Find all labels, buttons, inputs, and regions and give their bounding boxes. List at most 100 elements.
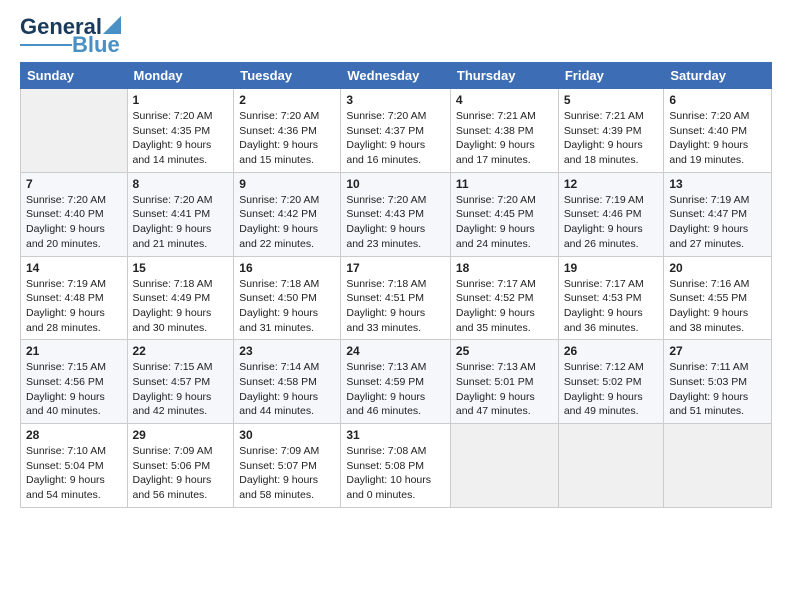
cell-content: Sunrise: 7:14 AMSunset: 4:58 PMDaylight:…: [239, 360, 335, 419]
cell-line: and 56 minutes.: [133, 488, 229, 503]
cell-content: Sunrise: 7:20 AMSunset: 4:36 PMDaylight:…: [239, 109, 335, 168]
cell-line: Sunrise: 7:15 AM: [26, 360, 122, 375]
calendar-cell: 27Sunrise: 7:11 AMSunset: 5:03 PMDayligh…: [664, 340, 772, 424]
cell-line: Sunrise: 7:12 AM: [564, 360, 659, 375]
week-row-2: 7Sunrise: 7:20 AMSunset: 4:40 PMDaylight…: [21, 172, 772, 256]
calendar-cell: 4Sunrise: 7:21 AMSunset: 4:38 PMDaylight…: [450, 89, 558, 173]
calendar-cell: 22Sunrise: 7:15 AMSunset: 4:57 PMDayligh…: [127, 340, 234, 424]
cell-line: and 24 minutes.: [456, 237, 553, 252]
cell-line: Sunrise: 7:20 AM: [133, 109, 229, 124]
cell-line: and 19 minutes.: [669, 153, 766, 168]
calendar-table: Sunday Monday Tuesday Wednesday Thursday…: [20, 62, 772, 508]
cell-line: and 27 minutes.: [669, 237, 766, 252]
day-number: 18: [456, 261, 553, 275]
cell-line: and 16 minutes.: [346, 153, 445, 168]
cell-line: Sunset: 4:58 PM: [239, 375, 335, 390]
calendar-cell: 2Sunrise: 7:20 AMSunset: 4:36 PMDaylight…: [234, 89, 341, 173]
calendar-cell: [450, 424, 558, 508]
calendar-cell: 30Sunrise: 7:09 AMSunset: 5:07 PMDayligh…: [234, 424, 341, 508]
cell-content: Sunrise: 7:13 AMSunset: 4:59 PMDaylight:…: [346, 360, 445, 419]
calendar-cell: 24 Sunrise: 7:13 AMSunset: 4:59 PMDayligh…: [341, 340, 451, 424]
cell-line: and 14 minutes.: [133, 153, 229, 168]
cell-line: Daylight: 9 hours: [26, 473, 122, 488]
cell-line: and 0 minutes.: [346, 488, 445, 503]
cell-line: Sunrise: 7:16 AM: [669, 277, 766, 292]
cell-line: Daylight: 9 hours: [669, 390, 766, 405]
calendar-cell: 10Sunrise: 7:20 AMSunset: 4:43 PMDayligh…: [341, 172, 451, 256]
col-monday: Monday: [127, 63, 234, 89]
cell-line: Daylight: 9 hours: [346, 222, 445, 237]
week-row-3: 14Sunrise: 7:19 AMSunset: 4:48 PMDayligh…: [21, 256, 772, 340]
day-number: 13: [669, 177, 766, 191]
cell-line: and 21 minutes.: [133, 237, 229, 252]
cell-line: Daylight: 10 hours: [346, 473, 445, 488]
calendar-cell: 5 Sunrise: 7:21 AMSunset: 4:39 PMDaylight…: [558, 89, 664, 173]
cell-line: Daylight: 9 hours: [26, 306, 122, 321]
cell-content: Sunrise: 7:19 AMSunset: 4:47 PMDaylight:…: [669, 193, 766, 252]
cell-line: and 26 minutes.: [564, 237, 659, 252]
cell-line: Sunset: 4:52 PM: [456, 291, 553, 306]
cell-line: Sunrise: 7:10 AM: [26, 444, 122, 459]
day-number: 29: [133, 428, 229, 442]
cell-line: Sunset: 4:48 PM: [26, 291, 122, 306]
cell-line: Sunrise: 7:17 AM: [456, 277, 553, 292]
cell-line: and 28 minutes.: [26, 321, 122, 336]
day-number: 5: [564, 93, 659, 107]
cell-line: Sunset: 4:42 PM: [239, 207, 335, 222]
cell-line: Sunset: 4:57 PM: [133, 375, 229, 390]
day-number: 21: [26, 344, 122, 358]
cell-line: and 46 minutes.: [346, 404, 445, 419]
cell-line: and 42 minutes.: [133, 404, 229, 419]
cell-line: Sunrise: 7:08 AM: [346, 444, 445, 459]
cell-line: Sunrise: 7:21 AM: [564, 109, 659, 124]
cell-line: Daylight: 9 hours: [133, 222, 229, 237]
day-number: 25: [456, 344, 553, 358]
day-number: 12: [564, 177, 659, 191]
calendar-cell: 7Sunrise: 7:20 AMSunset: 4:40 PMDaylight…: [21, 172, 128, 256]
cell-content: Sunrise: 7:21 AMSunset: 4:39 PMDaylight:…: [564, 109, 659, 168]
logo-blue: Blue: [72, 34, 120, 56]
calendar-cell: 19Sunrise: 7:17 AMSunset: 4:53 PMDayligh…: [558, 256, 664, 340]
day-number: 24: [346, 344, 445, 358]
cell-line: Sunrise: 7:13 AM: [456, 360, 553, 375]
calendar-cell: 13 Sunrise: 7:19 AMSunset: 4:47 PMDayligh…: [664, 172, 772, 256]
cell-line: Sunrise: 7:18 AM: [346, 277, 445, 292]
cell-line: and 47 minutes.: [456, 404, 553, 419]
cell-content: Sunrise: 7:17 AMSunset: 4:53 PMDaylight:…: [564, 277, 659, 336]
cell-line: Sunset: 4:43 PM: [346, 207, 445, 222]
logo-underline: [20, 44, 72, 47]
day-number: 6: [669, 93, 766, 107]
col-thursday: Thursday: [450, 63, 558, 89]
cell-line: and 38 minutes.: [669, 321, 766, 336]
cell-line: Sunset: 4:37 PM: [346, 124, 445, 139]
cell-content: Sunrise: 7:19 AMSunset: 4:46 PMDaylight:…: [564, 193, 659, 252]
week-row-5: 28Sunrise: 7:10 AMSunset: 5:04 PMDayligh…: [21, 424, 772, 508]
calendar-cell: 9Sunrise: 7:20 AMSunset: 4:42 PMDaylight…: [234, 172, 341, 256]
cell-line: Daylight: 9 hours: [669, 306, 766, 321]
cell-line: Sunrise: 7:14 AM: [239, 360, 335, 375]
day-number: 28: [26, 428, 122, 442]
cell-line: Daylight: 9 hours: [564, 222, 659, 237]
calendar-cell: 11Sunrise: 7:20 AMSunset: 4:45 PMDayligh…: [450, 172, 558, 256]
calendar-cell: 1Sunrise: 7:20 AMSunset: 4:35 PMDaylight…: [127, 89, 234, 173]
cell-line: and 40 minutes.: [26, 404, 122, 419]
cell-line: Daylight: 9 hours: [346, 138, 445, 153]
cell-line: and 23 minutes.: [346, 237, 445, 252]
cell-content: Sunrise: 7:08 AMSunset: 5:08 PMDaylight:…: [346, 444, 445, 503]
cell-line: Daylight: 9 hours: [239, 390, 335, 405]
page-container: General Blue Sunday Monday Tuesday Wedne…: [0, 0, 792, 524]
calendar-cell: 3Sunrise: 7:20 AMSunset: 4:37 PMDaylight…: [341, 89, 451, 173]
cell-content: Sunrise: 7:20 AMSunset: 4:40 PMDaylight:…: [669, 109, 766, 168]
day-number: 15: [133, 261, 229, 275]
day-number: 23: [239, 344, 335, 358]
cell-line: Sunset: 4:50 PM: [239, 291, 335, 306]
cell-line: and 18 minutes.: [564, 153, 659, 168]
cell-line: Daylight: 9 hours: [669, 222, 766, 237]
cell-content: Sunrise: 7:18 AMSunset: 4:50 PMDaylight:…: [239, 277, 335, 336]
cell-line: Sunset: 4:46 PM: [564, 207, 659, 222]
calendar-cell: 21Sunrise: 7:15 AMSunset: 4:56 PMDayligh…: [21, 340, 128, 424]
cell-line: Sunrise: 7:20 AM: [239, 109, 335, 124]
cell-line: Sunset: 4:45 PM: [456, 207, 553, 222]
cell-line: Sunset: 4:35 PM: [133, 124, 229, 139]
cell-line: Daylight: 9 hours: [239, 138, 335, 153]
